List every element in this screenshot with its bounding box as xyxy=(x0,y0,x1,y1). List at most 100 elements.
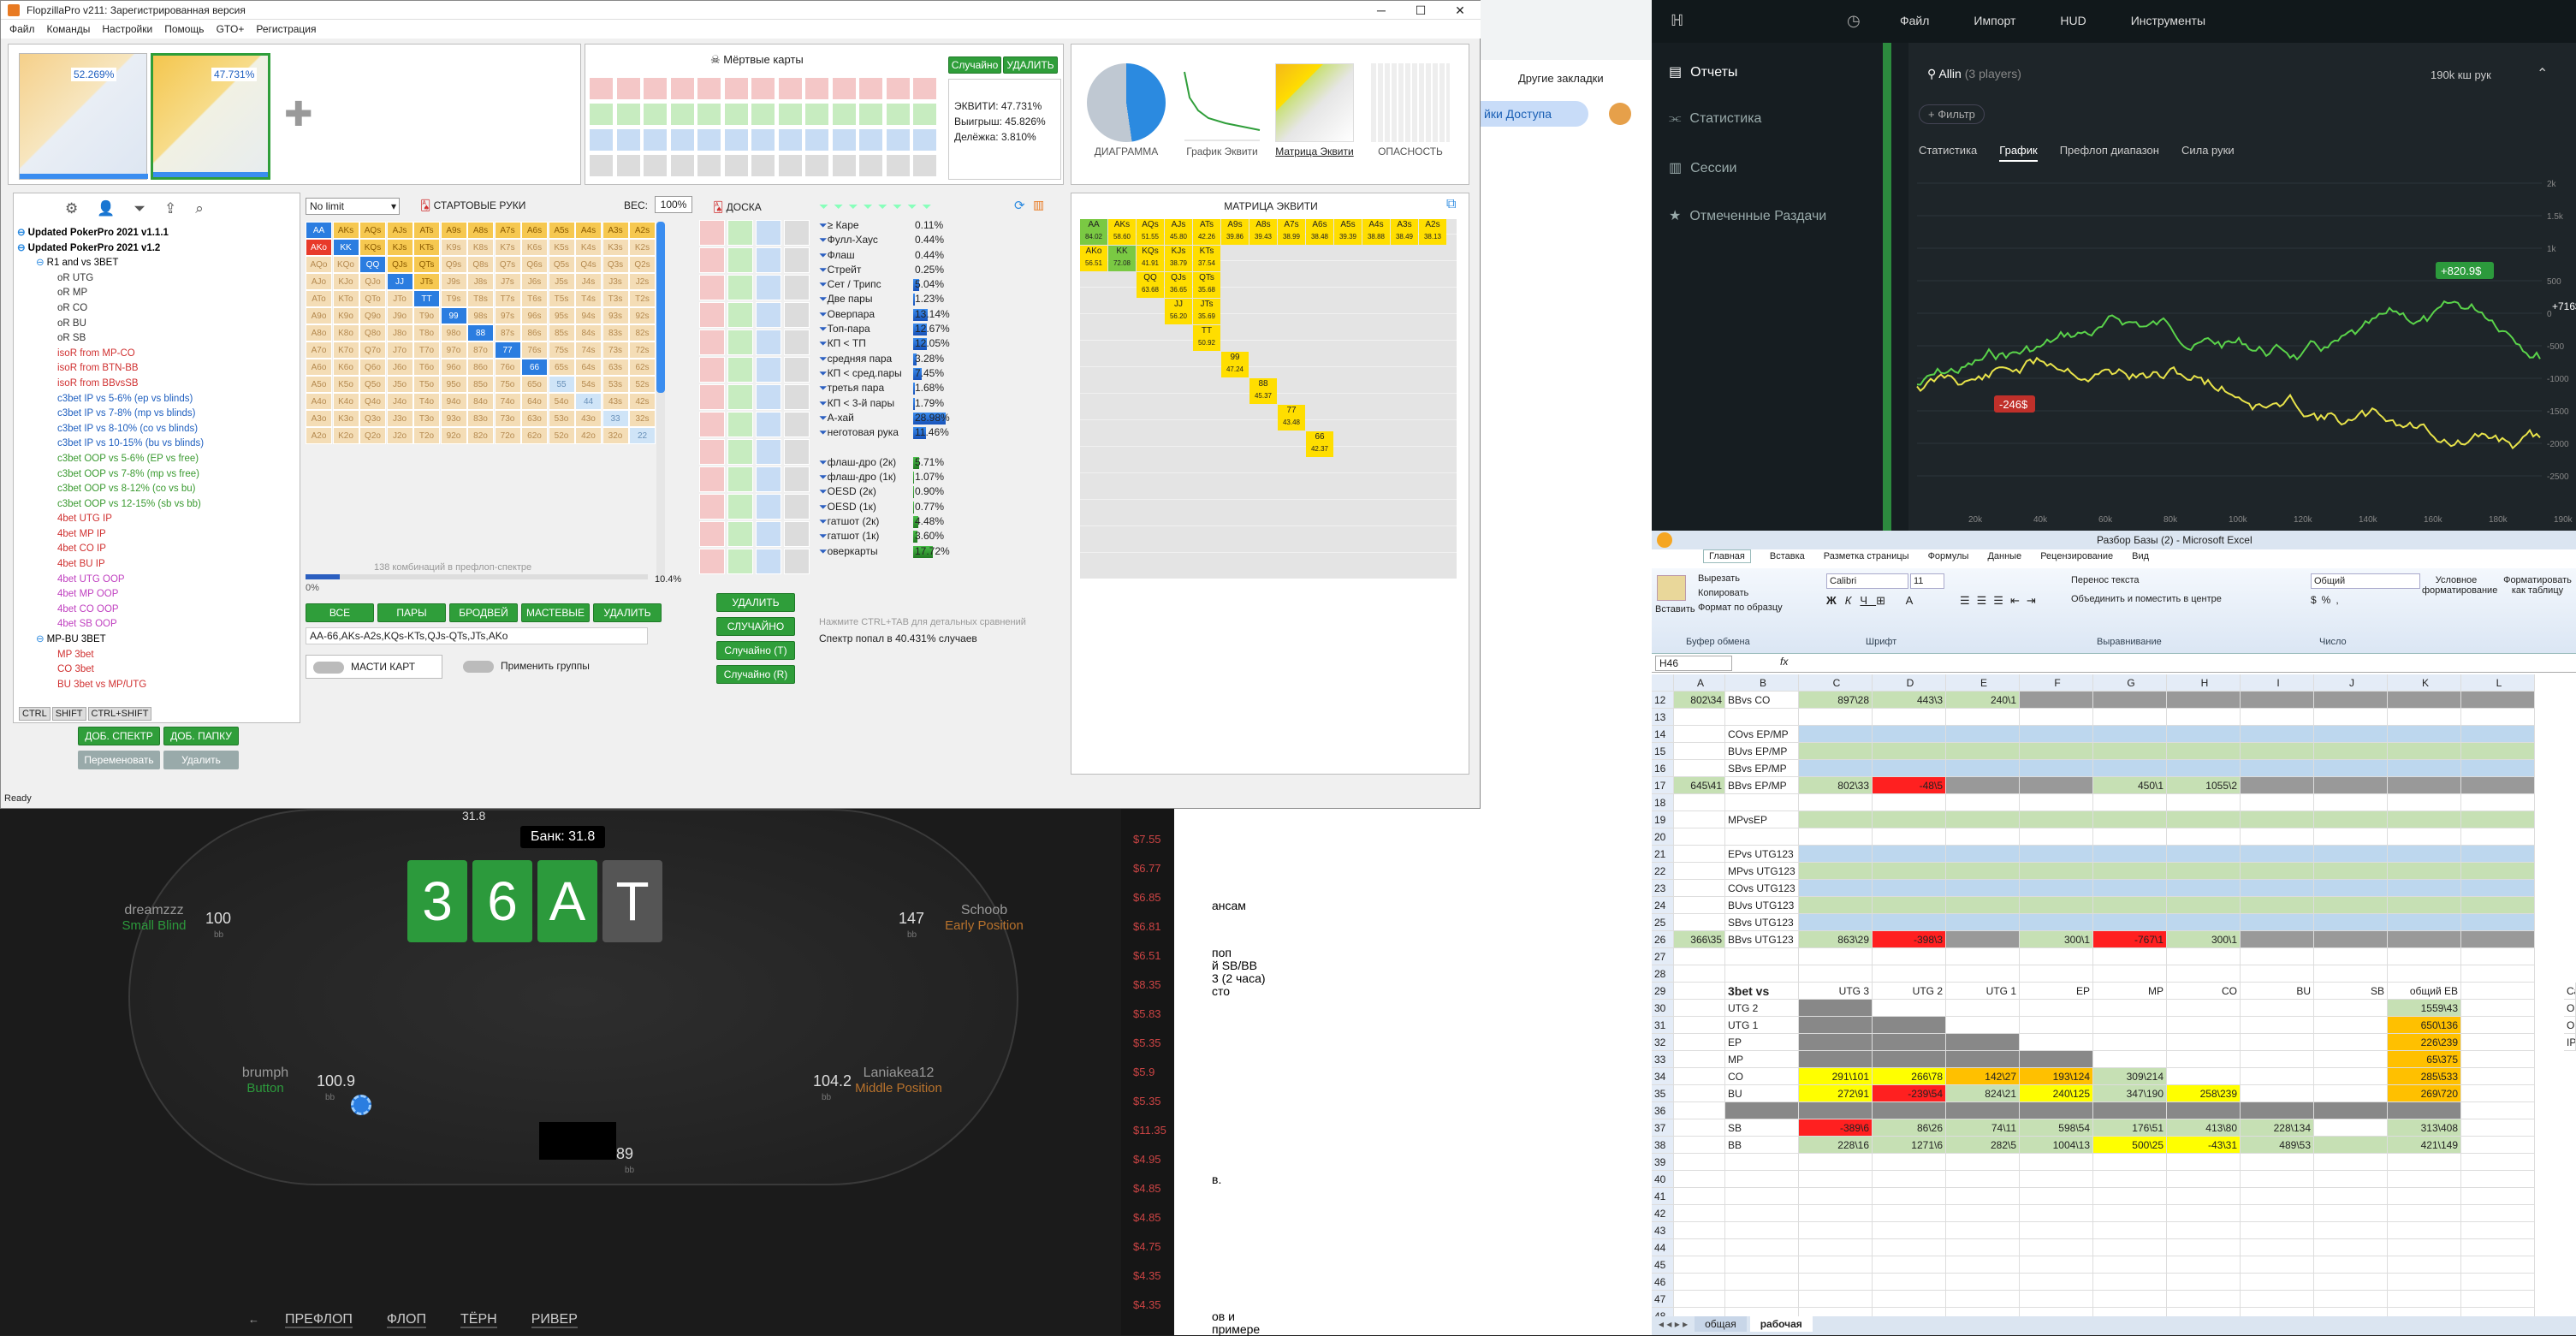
spreadsheet-cell[interactable] xyxy=(2314,760,2388,777)
equity-cell[interactable]: AQs 51.55 xyxy=(1137,219,1164,245)
spreadsheet-cell[interactable] xyxy=(1873,794,1946,811)
board-card[interactable] xyxy=(699,384,725,410)
spreadsheet-cell[interactable] xyxy=(2314,948,2388,965)
column-header[interactable]: C xyxy=(1799,674,1873,692)
spreadsheet-cell[interactable] xyxy=(2167,1205,2241,1222)
tracker-nav-item[interactable]: ▥ Сессии xyxy=(1669,159,1736,176)
menu-item[interactable]: Помощь xyxy=(164,23,204,35)
spreadsheet-cell[interactable]: 366\35 xyxy=(1674,931,1725,948)
spreadsheet-cell[interactable] xyxy=(1946,914,2020,931)
dead-card[interactable] xyxy=(751,154,775,177)
spreadsheet-cell[interactable]: 228\134 xyxy=(2241,1119,2314,1137)
spreadsheet-cell[interactable] xyxy=(1799,1274,1873,1291)
spreadsheet-cell[interactable] xyxy=(2093,1171,2167,1188)
spreadsheet-cell[interactable]: SBvs UTG123 xyxy=(1725,914,1799,931)
tree-item[interactable]: 4bet BU IP xyxy=(17,557,291,573)
spreadsheet-cell[interactable] xyxy=(2461,897,2535,914)
hand-cell[interactable]: 99 xyxy=(440,307,467,324)
refresh-icon[interactable]: ⟳ xyxy=(1014,198,1025,213)
spreadsheet-cell[interactable] xyxy=(2167,1000,2241,1017)
spreadsheet-cell[interactable]: 3bet vs xyxy=(1725,983,1799,1000)
board-card[interactable] xyxy=(784,302,810,328)
spreadsheet-cell[interactable] xyxy=(1799,709,1873,726)
hand-cell[interactable]: A8o xyxy=(306,324,332,341)
spreadsheet-cell[interactable]: -389\6 xyxy=(1799,1119,1873,1137)
hand-cell[interactable]: 72o xyxy=(494,427,521,444)
maximize-button[interactable]: ☐ xyxy=(1401,1,1440,20)
tab-diagram[interactable]: ДИАГРАММА xyxy=(1082,145,1171,157)
board-card[interactable] xyxy=(756,494,781,520)
spreadsheet-cell[interactable] xyxy=(2093,1102,2167,1119)
spreadsheet-cell[interactable] xyxy=(2461,1068,2535,1085)
tracker-tab[interactable]: Префлоп диапазон xyxy=(2060,144,2159,157)
equity-cell[interactable]: A6s 38.48 xyxy=(1306,219,1333,245)
spreadsheet-cell[interactable] xyxy=(2167,1274,2241,1291)
stat-row[interactable]: ⏷Стрейт 0.25% xyxy=(819,263,1067,277)
stat-row[interactable]: ⏷Фулл-Хаус 0.44% xyxy=(819,233,1067,247)
hand-cell[interactable]: Q7o xyxy=(359,341,386,359)
spreadsheet-cell[interactable] xyxy=(2020,709,2093,726)
spreadsheet-cell[interactable] xyxy=(2461,914,2535,931)
row-header[interactable]: 45 xyxy=(1652,1256,1674,1274)
board-card[interactable] xyxy=(699,275,725,300)
row-header[interactable]: 27 xyxy=(1652,948,1674,965)
hand-cell[interactable]: 84s xyxy=(575,324,602,341)
spreadsheet-cell[interactable] xyxy=(1674,1188,1725,1205)
hand-cell[interactable]: K4o xyxy=(332,393,359,410)
spreadsheet-cell[interactable] xyxy=(2020,1017,2093,1034)
board-card[interactable] xyxy=(756,549,781,574)
spreadsheet-cell[interactable] xyxy=(1873,880,1946,897)
spreadsheet-cell[interactable] xyxy=(2241,811,2314,828)
spreadsheet-cell[interactable] xyxy=(1873,1256,1946,1274)
column-header[interactable]: F xyxy=(2020,674,2093,692)
spreadsheet-cell[interactable] xyxy=(2093,897,2167,914)
spreadsheet-cell[interactable] xyxy=(2020,743,2093,760)
spreadsheet-cell[interactable] xyxy=(2241,1102,2314,1119)
hand-cell[interactable]: 64o xyxy=(521,393,548,410)
spreadsheet-cell[interactable] xyxy=(1725,794,1799,811)
spreadsheet-cell[interactable]: BU xyxy=(1725,1085,1799,1102)
spreadsheet-cell[interactable] xyxy=(2241,1308,2314,1316)
spreadsheet-cell[interactable] xyxy=(1799,1308,1873,1316)
sheet-tab[interactable]: рабочая xyxy=(1749,1316,1813,1332)
spreadsheet-cell[interactable] xyxy=(2461,1051,2535,1068)
spreadsheet-cell[interactable] xyxy=(2388,1274,2461,1291)
spreadsheet-cell[interactable] xyxy=(1799,914,1873,931)
hand-cell[interactable]: 85s xyxy=(548,324,575,341)
hand-cell[interactable]: 86s xyxy=(521,324,548,341)
fx-icon[interactable]: fx xyxy=(1780,656,1788,668)
spreadsheet-cell[interactable] xyxy=(1873,1308,1946,1316)
spreadsheet-cell[interactable] xyxy=(1674,828,1725,846)
spreadsheet-cell[interactable]: 291\101 xyxy=(1799,1068,1873,1085)
hand-cell[interactable]: A5o xyxy=(306,376,332,393)
bar-chart-icon[interactable]: ▥ xyxy=(1033,198,1044,212)
dead-card[interactable] xyxy=(643,103,668,126)
spreadsheet-cell[interactable] xyxy=(2314,1000,2388,1017)
spreadsheet-cell[interactable] xyxy=(2167,1051,2241,1068)
hand-cell[interactable]: Q8o xyxy=(359,324,386,341)
spreadsheet-cell[interactable]: 272\91 xyxy=(1799,1085,1873,1102)
hand-cell[interactable]: A7s xyxy=(494,222,521,239)
spreadsheet-cell[interactable] xyxy=(2388,760,2461,777)
hand-cell[interactable]: A6s xyxy=(521,222,548,239)
spreadsheet-cell[interactable] xyxy=(1946,1034,2020,1051)
spreadsheet-cell[interactable] xyxy=(1674,1000,1725,1017)
spreadsheet-cell[interactable] xyxy=(2020,863,2093,880)
office-button-icon[interactable] xyxy=(1657,532,1672,548)
font-style-buttons[interactable]: ЖКЧ⊞ A xyxy=(1826,594,1921,608)
board-card[interactable] xyxy=(727,220,753,246)
hand-cell[interactable]: A7o xyxy=(306,341,332,359)
spreadsheet-cell[interactable] xyxy=(2388,1205,2461,1222)
spreadsheet-cell[interactable]: EP xyxy=(1725,1034,1799,1051)
spreadsheet-cell[interactable] xyxy=(2020,846,2093,863)
spreadsheet-cell[interactable] xyxy=(2167,863,2241,880)
hand-cell[interactable]: K6s xyxy=(521,239,548,256)
spreadsheet-cell[interactable] xyxy=(2020,880,2093,897)
spreadsheet-cell[interactable] xyxy=(2461,1239,2535,1256)
spreadsheet-cell[interactable] xyxy=(2388,1188,2461,1205)
hand-cell[interactable]: 54o xyxy=(548,393,575,410)
ribbon-tab[interactable]: Вид xyxy=(2132,551,2149,561)
hand-cell[interactable]: 82s xyxy=(629,324,656,341)
spreadsheet-cell[interactable] xyxy=(2461,1119,2535,1137)
stat-row[interactable] xyxy=(819,440,1067,454)
